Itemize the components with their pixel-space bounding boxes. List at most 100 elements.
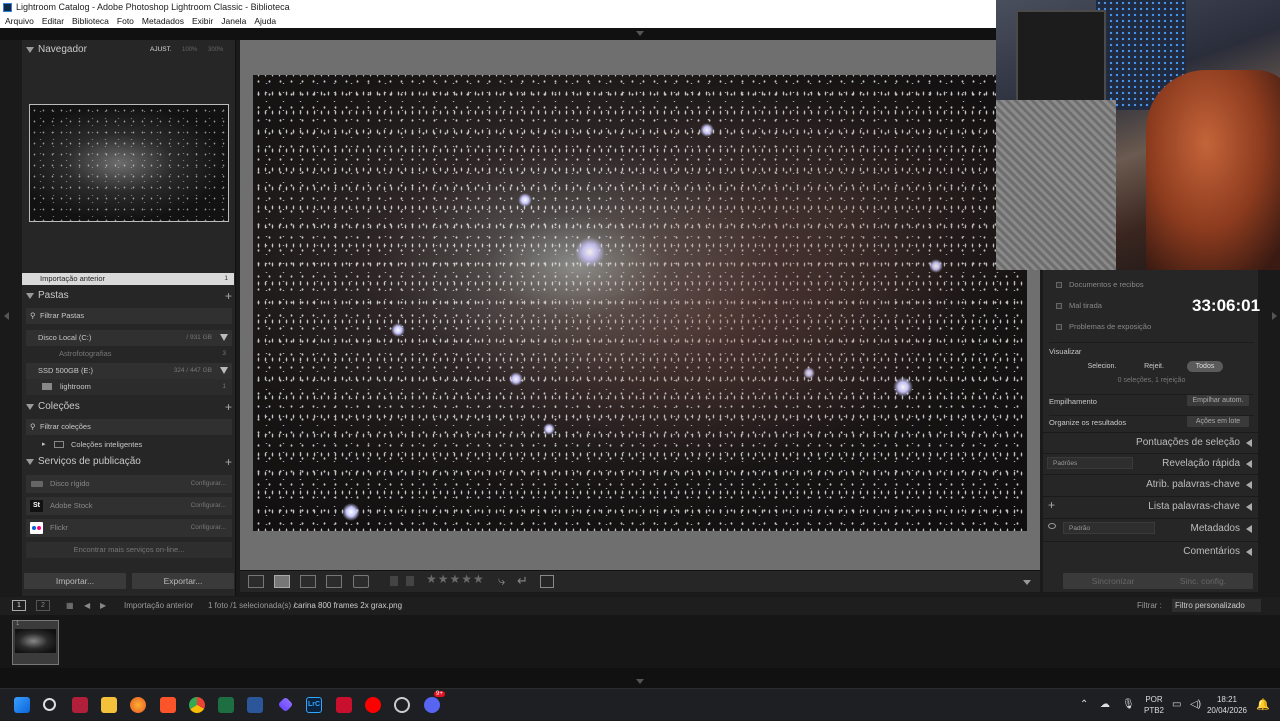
zoom-100[interactable]: 100%	[182, 41, 197, 59]
view-picked-button[interactable]: Selecion.	[1083, 361, 1121, 372]
rating-stars[interactable]: ★★★★★	[426, 572, 485, 586]
publish-disco-rigido[interactable]: Disco rígido Configurar...	[26, 475, 232, 493]
tray-overflow-icon[interactable]: ⌃	[1080, 689, 1088, 721]
right-panel-toggle-icon[interactable]	[1272, 312, 1277, 320]
second-monitor-button[interactable]: 2	[36, 600, 50, 611]
add-collection-icon[interactable]: +	[225, 398, 232, 416]
survey-view-icon[interactable]	[326, 575, 342, 588]
checkbox[interactable]	[1056, 282, 1062, 289]
volume-icon[interactable]: ◁)	[1190, 689, 1201, 721]
menu-metadados[interactable]: Metadados	[142, 15, 184, 28]
forward-arrow-icon[interactable]: ▶	[100, 597, 106, 615]
filmstrip-filename[interactable]: carina 800 frames 2x grax.png	[294, 597, 402, 615]
navigator-header[interactable]: Navegador AJUST. 100% 300%	[22, 41, 236, 59]
toolbar-options-icon[interactable]	[1023, 580, 1031, 585]
youtube-icon[interactable]	[365, 697, 381, 713]
filter-collections[interactable]: ⚲ Filtrar coleções	[26, 419, 232, 435]
section-pick-ratings[interactable]: Pontuações de seleção	[1043, 432, 1258, 452]
menu-janela[interactable]: Janela	[221, 15, 246, 28]
navigator-preview[interactable]	[29, 104, 229, 222]
checklist-exposicao[interactable]: Problemas de exposição	[1049, 320, 1254, 334]
batch-actions-button[interactable]: Ações em lote	[1187, 416, 1249, 427]
add-keyword-icon[interactable]: +	[1048, 498, 1055, 512]
checkbox[interactable]	[1056, 324, 1062, 331]
collections-header[interactable]: Coleções +	[22, 398, 236, 416]
checkbox[interactable]	[1056, 303, 1062, 310]
menu-arquivo[interactable]: Arquivo	[5, 15, 34, 28]
news-icon[interactable]	[336, 697, 352, 713]
filmstrip-source[interactable]: Importação anterior	[124, 597, 193, 615]
checklist-documentos[interactable]: Documentos e recibos	[1049, 278, 1254, 292]
configure-link[interactable]: Configurar...	[191, 497, 226, 515]
volume-menu-icon[interactable]	[220, 334, 228, 341]
search-icon[interactable]	[43, 698, 56, 711]
crop-overlay-icon[interactable]	[540, 575, 554, 588]
view-rejected-button[interactable]: Rejeit.	[1139, 361, 1169, 372]
left-panel-toggle-icon[interactable]	[4, 312, 9, 320]
compare-view-icon[interactable]	[300, 575, 316, 588]
bottom-strip[interactable]	[0, 668, 1280, 688]
add-folder-icon[interactable]: +	[225, 287, 232, 305]
pick-flag-icon[interactable]	[390, 576, 398, 586]
main-photo[interactable]	[253, 75, 1027, 531]
export-button[interactable]: Exportar...	[132, 573, 234, 589]
auto-stack-button[interactable]: Empilhar autom.	[1187, 395, 1249, 406]
filter-select[interactable]: Filtro personalizado	[1172, 599, 1261, 612]
smart-collections[interactable]: ▸ Coleções inteligentes	[26, 437, 232, 453]
brave-icon[interactable]	[160, 697, 176, 713]
menu-ajuda[interactable]: Ajuda	[254, 15, 276, 28]
file-explorer-icon[interactable]	[101, 697, 117, 713]
menu-exibir[interactable]: Exibir	[192, 15, 213, 28]
find-more-services[interactable]: Encontrar mais serviços on-line...	[26, 542, 232, 558]
grid-view-icon[interactable]	[248, 575, 264, 588]
section-keywording[interactable]: Atrib. palavras-chave	[1043, 474, 1258, 494]
chrome-icon[interactable]	[189, 697, 205, 713]
rotate-left-icon[interactable]: ⤷	[498, 573, 505, 589]
cloud-icon[interactable]: ☁	[1100, 689, 1110, 721]
sync-button[interactable]: Sincronizar	[1063, 573, 1163, 589]
sync-settings-button[interactable]: Sinc. config.	[1153, 573, 1253, 589]
menu-foto[interactable]: Foto	[117, 15, 134, 28]
app-red-icon[interactable]	[72, 697, 88, 713]
eye-icon[interactable]	[1048, 523, 1056, 529]
view-all-button[interactable]: Todos	[1187, 361, 1223, 372]
publish-adobe-stock[interactable]: St Adobe Stock Configurar...	[26, 497, 232, 515]
configure-link[interactable]: Configurar...	[191, 475, 226, 493]
network-icon[interactable]: ▭	[1172, 689, 1181, 721]
previous-import-row[interactable]: Importação anterior 1	[22, 273, 234, 285]
quick-develop-preset-select[interactable]: Padrões	[1047, 457, 1133, 469]
filmstrip-thumbnail[interactable]: 1	[12, 620, 59, 665]
proton-vpn-icon[interactable]	[277, 696, 294, 713]
menu-biblioteca[interactable]: Biblioteca	[72, 15, 109, 28]
expand-arrow-icon[interactable]: ▸	[42, 437, 46, 453]
reject-flag-icon[interactable]	[406, 576, 414, 586]
excel-icon[interactable]	[218, 697, 234, 713]
main-monitor-button[interactable]: 1	[12, 600, 26, 611]
folders-header[interactable]: Pastas +	[22, 287, 236, 305]
loupe-view-icon[interactable]	[274, 575, 290, 588]
section-comments[interactable]: Comentários	[1043, 541, 1258, 561]
clock[interactable]: 18:21 20/04/2026	[1206, 694, 1248, 716]
windows-start-icon[interactable]	[14, 697, 30, 713]
folder-astrofotografias[interactable]: Astrofotografias 3	[26, 346, 232, 362]
microphone-icon[interactable]: 🎙	[1122, 689, 1135, 721]
publish-services-header[interactable]: Serviços de publicação +	[22, 453, 236, 471]
notification-bell-icon[interactable]: 🔔	[1256, 689, 1270, 721]
folder-lightroom[interactable]: lightroom 1	[26, 379, 232, 395]
publish-flickr[interactable]: Flickr Configurar...	[26, 519, 232, 537]
metadata-preset-select[interactable]: Padrão	[1063, 522, 1155, 534]
grid-icon[interactable]: ▦	[66, 597, 74, 615]
people-view-icon[interactable]	[353, 575, 369, 588]
add-publish-service-icon[interactable]: +	[225, 453, 232, 471]
filter-folders[interactable]: ⚲ Filtrar Pastas	[26, 308, 232, 324]
app-circle-icon[interactable]	[394, 697, 410, 713]
word-icon[interactable]	[247, 697, 263, 713]
language-indicator[interactable]: POR PTB2	[1144, 694, 1164, 716]
volume-ssd[interactable]: SSD 500GB (E:) 324 / 447 GB	[26, 363, 232, 379]
lightroom-icon[interactable]: LrC	[306, 697, 322, 713]
rotate-right-icon[interactable]: ↵	[517, 573, 528, 589]
volume-menu-icon[interactable]	[220, 367, 228, 374]
section-keyword-list[interactable]: Lista palavras-chave	[1043, 496, 1258, 516]
firefox-icon[interactable]	[130, 697, 146, 713]
zoom-300[interactable]: 300%	[208, 41, 223, 59]
